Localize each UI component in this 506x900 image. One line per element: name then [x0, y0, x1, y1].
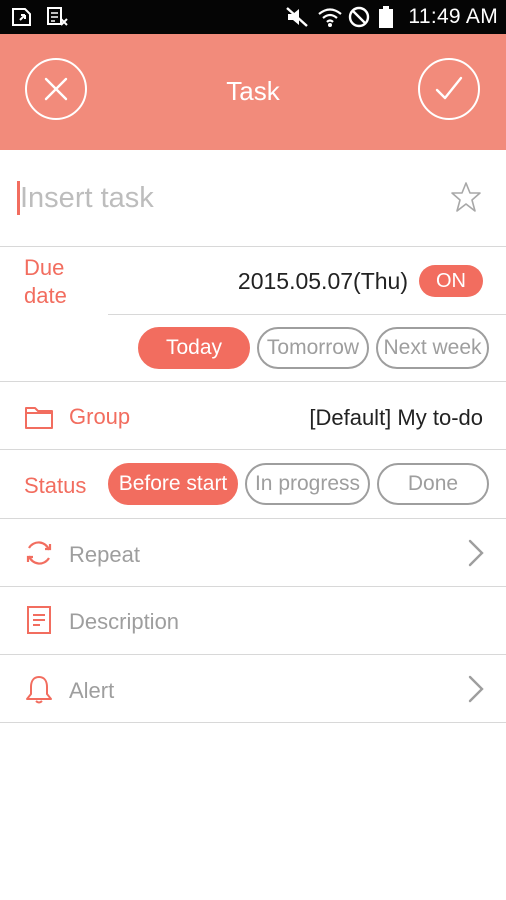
confirm-button[interactable] — [418, 58, 480, 120]
next-week-button[interactable]: Next week — [376, 327, 489, 369]
battery-icon — [379, 6, 393, 28]
status-before-start-button[interactable]: Before start — [108, 463, 238, 505]
divider — [0, 449, 506, 450]
repeat-label: Repeat — [69, 542, 140, 567]
due-date-label: Due date — [24, 255, 67, 308]
chevron-right-icon — [468, 675, 484, 703]
clock: 11:49 AM — [408, 5, 498, 28]
app-header: Task — [0, 34, 506, 150]
notification-icon-2 — [47, 7, 68, 26]
status-in-progress-button[interactable]: In progress — [245, 463, 370, 505]
divider — [0, 246, 506, 247]
divider — [0, 722, 506, 723]
star-icon[interactable] — [450, 181, 482, 213]
repeat-row[interactable]: Repeat — [0, 519, 506, 586]
divider — [108, 314, 506, 315]
due-date-toggle[interactable]: ON — [419, 265, 483, 297]
group-value: [Default] My to-do — [309, 405, 483, 430]
status-label: Status — [24, 473, 87, 498]
chevron-right-icon — [468, 539, 484, 567]
folder-icon — [25, 407, 53, 429]
alert-row[interactable]: Alert — [0, 655, 506, 722]
wifi-icon — [318, 8, 342, 27]
status-done-button[interactable]: Done — [377, 463, 489, 505]
description-label: Description — [69, 609, 180, 634]
repeat-icon — [26, 541, 52, 565]
task-input[interactable] — [20, 176, 430, 220]
do-not-disturb-icon — [348, 6, 370, 28]
document-icon — [27, 606, 51, 634]
today-button[interactable]: Today — [138, 327, 250, 369]
notification-icon — [12, 8, 31, 26]
checkmark-icon — [435, 76, 463, 100]
mute-icon — [286, 7, 308, 27]
due-date-value[interactable]: 2015.05.07(Thu) — [238, 268, 408, 295]
alert-label: Alert — [69, 678, 115, 703]
status-bar: 11:49 AM — [0, 0, 506, 34]
tomorrow-button[interactable]: Tomorrow — [257, 327, 369, 369]
description-row[interactable]: Description — [0, 587, 506, 654]
group-label: Group — [69, 404, 131, 429]
bell-icon — [26, 676, 52, 704]
